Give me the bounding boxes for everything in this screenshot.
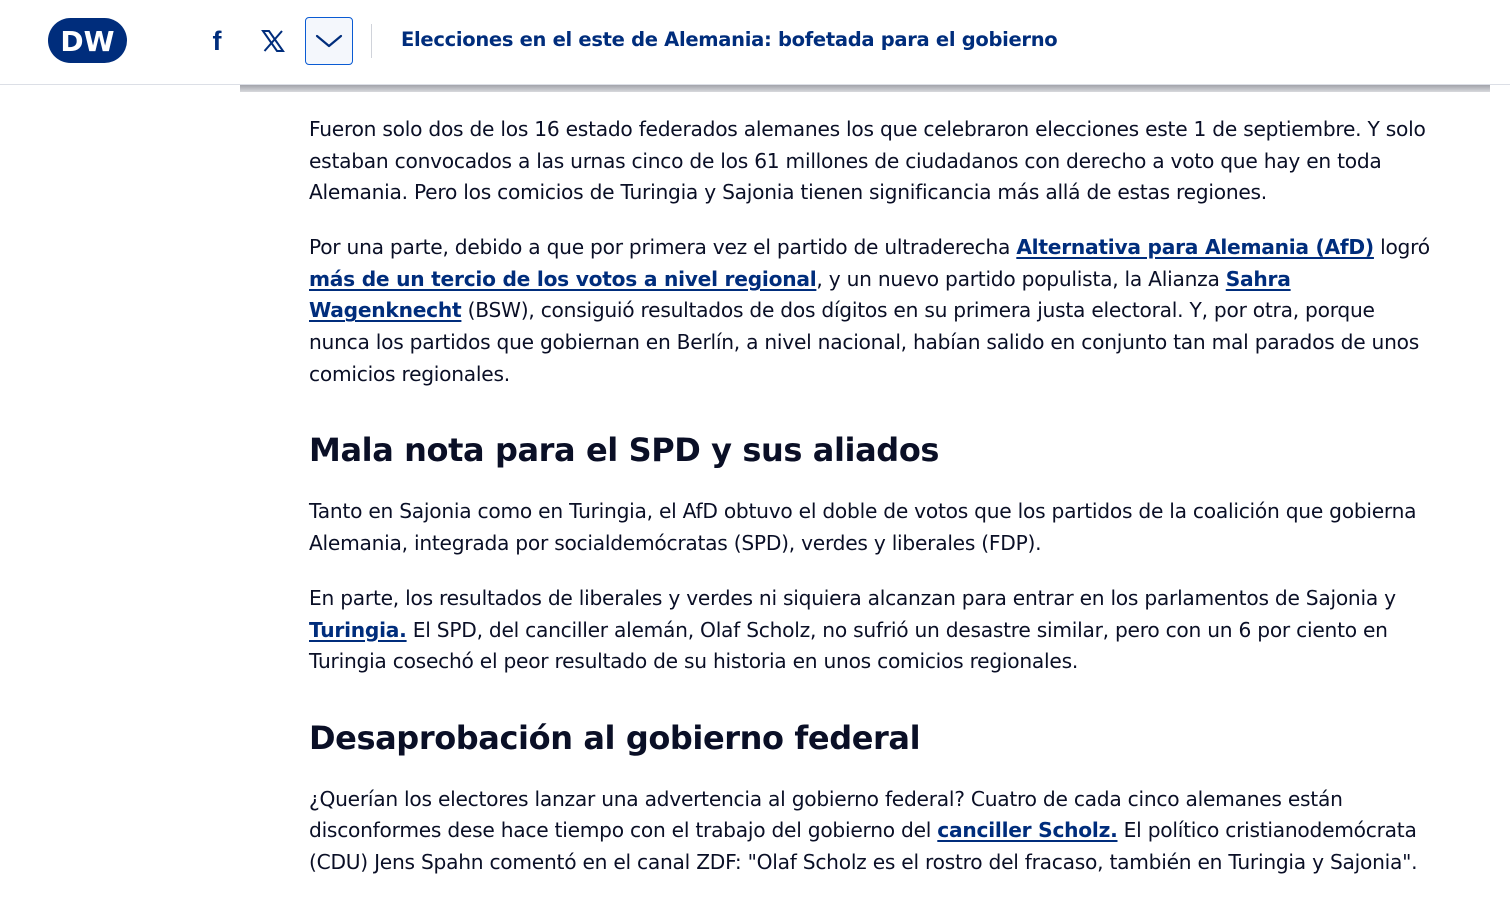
link-alternativa-para-alemania[interactable]: Alternativa para Alemania (AfD) [1016,235,1374,259]
paragraph-resultados: En parte, los resultados de liberales y … [309,583,1439,678]
text-span: (BSW), consiguió resultados de dos dígit… [309,298,1420,386]
chevron-down-icon [315,34,343,48]
paragraph-advertencia: ¿Querían los electores lanzar una advert… [309,784,1439,879]
dw-logo[interactable]: DW [48,18,127,63]
text-span: logró [1373,235,1430,260]
text-span: El SPD, del canciller alemán, Olaf Schol… [309,617,1388,674]
link-canciller-scholz[interactable]: canciller Scholz. [937,818,1117,842]
header-shadow [240,84,1490,92]
dw-logo-icon: DW [60,25,114,58]
text-span: En parte, los resultados de liberales y … [309,585,1396,610]
paragraph-afd: Por una parte, debido a que por primera … [309,232,1439,390]
paragraph-intro: Fueron solo dos de los 16 estado federad… [309,117,1426,205]
text-span: Por una parte, debido a que por primera … [309,235,1017,260]
facebook-share-button[interactable]: f [193,17,241,65]
section-heading-mala-nota: Mala nota para el SPD y sus aliados [309,431,940,470]
paragraph-coalicion: Tanto en Sajonia como en Turingia, el Af… [309,499,1417,555]
x-icon [261,30,285,52]
site-header: DW f Elecciones en el este de Alemania: … [0,0,1510,85]
article-body: Fueron solo dos de los 16 estado federad… [309,114,1439,902]
facebook-icon: f [212,25,222,56]
x-share-button[interactable] [249,17,297,65]
link-turingia[interactable]: Turingia. [309,618,407,642]
header-divider [371,24,372,58]
link-tercio-votos[interactable]: más de un tercio de los votos a nivel re… [309,267,817,291]
more-share-options-button[interactable] [305,17,353,65]
header-article-title[interactable]: Elecciones en el este de Alemania: bofet… [401,28,1058,51]
svg-text:DW: DW [60,25,114,58]
section-heading-desaprobacion: Desaprobación al gobierno federal [309,718,921,757]
text-span: , y un nuevo partido populista, la Alian… [816,266,1226,291]
